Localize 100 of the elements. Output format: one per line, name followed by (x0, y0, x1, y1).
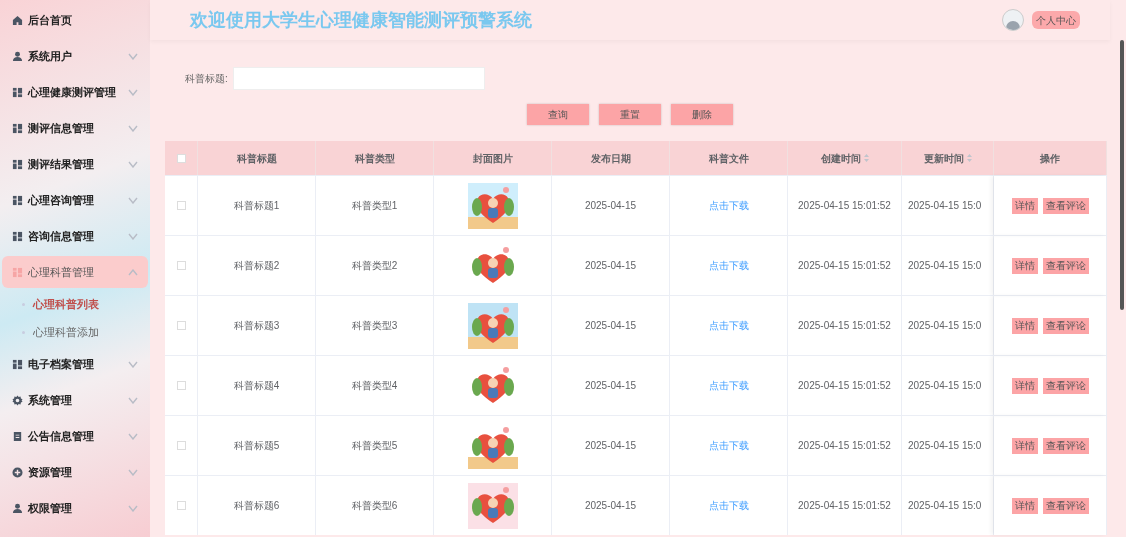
sidebar-item[interactable]: 心理咨询管理 (2, 184, 148, 216)
checkbox[interactable] (176, 321, 186, 330)
sidebar-item[interactable]: 心理科普管理 (2, 256, 148, 288)
sidebar-item[interactable]: 权限管理 (2, 492, 148, 524)
checkbox[interactable] (176, 153, 186, 163)
row-action-button[interactable]: 详情 (1011, 497, 1038, 514)
table-cell-text: 科普类型2 (351, 259, 398, 273)
row-action-button[interactable]: 查看评论 (1042, 257, 1089, 274)
row-action-button[interactable]: 查看评论 (1042, 197, 1089, 214)
sidebar-item[interactable]: 系统用户 (2, 40, 148, 72)
table-cell-text: 2025-04-15 15:01:52 (798, 199, 891, 213)
document-icon (12, 430, 23, 442)
table-cell-text: 科普标题3 (233, 319, 280, 333)
sidebar-item[interactable]: 咨询信息管理 (2, 220, 148, 252)
table-cell-text: 2025-04-15 15:0 (908, 319, 982, 333)
scrollbar[interactable] (1120, 40, 1124, 310)
chevron-up-icon (128, 268, 138, 276)
submenu-item[interactable]: 心理科普添加 (0, 318, 150, 346)
submenu-item[interactable]: 心理科普列表 (0, 290, 150, 318)
row-action-button[interactable]: 详情 (1011, 317, 1038, 334)
checkbox[interactable] (176, 201, 186, 210)
column-header[interactable]: 创建时间 (820, 150, 869, 166)
chevron-down-icon (128, 124, 138, 132)
sort-icon[interactable] (863, 154, 869, 162)
action-button[interactable]: 重置 (599, 104, 661, 125)
checkbox[interactable] (176, 381, 186, 390)
chevron-down-icon (128, 160, 138, 168)
row-action-button[interactable]: 详情 (1011, 257, 1038, 274)
table-cell-text: 2025-04-15 15:01:52 (798, 499, 891, 513)
profile-button[interactable]: 个人中心 (1032, 11, 1080, 29)
user-icon (12, 50, 23, 62)
sidebar-item[interactable]: 电子档案管理 (2, 348, 148, 380)
avatar-icon[interactable] (1002, 9, 1024, 31)
download-link[interactable]: 点击下载 (708, 378, 749, 393)
sidebar-item[interactable]: 心理健康测评管理 (2, 76, 148, 108)
table-cell-text: 科普类型3 (351, 319, 398, 333)
table-cell-text: 2025-04-15 (584, 439, 637, 453)
sidebar-item[interactable]: 测评信息管理 (2, 112, 148, 144)
chevron-down-icon (128, 196, 138, 204)
table-cell-text: 科普标题4 (233, 379, 280, 393)
grid-icon (12, 122, 23, 134)
chevron-down-icon (128, 396, 138, 404)
row-action-button[interactable]: 查看评论 (1042, 377, 1089, 394)
row-action-button[interactable]: 详情 (1011, 377, 1038, 394)
sort-icon[interactable] (966, 154, 972, 162)
download-link[interactable]: 点击下载 (708, 498, 749, 513)
table-cell-text: 科普类型4 (351, 379, 398, 393)
grid-icon (12, 230, 23, 242)
row-action-button[interactable]: 查看评论 (1042, 317, 1089, 334)
grid-icon (12, 194, 23, 206)
table-cell-text: 2025-04-15 15:0 (908, 439, 982, 453)
row-action-button[interactable]: 详情 (1011, 197, 1038, 214)
download-link[interactable]: 点击下载 (708, 198, 749, 213)
chevron-down-icon (128, 432, 138, 440)
sidebar-item[interactable]: 测评结果管理 (2, 148, 148, 180)
column-header: 发布日期 (590, 151, 631, 166)
table-cell-text: 2025-04-15 15:0 (908, 379, 982, 393)
sidebar-item[interactable]: 资源管理 (2, 456, 148, 488)
chevron-down-icon (128, 52, 138, 60)
download-link[interactable]: 点击下载 (708, 318, 749, 333)
grid-icon (12, 86, 23, 98)
table-cell-text: 2025-04-15 (584, 199, 637, 213)
sidebar-item[interactable]: 后台首页 (2, 4, 148, 36)
column-header: 封面图片 (472, 151, 513, 166)
download-link[interactable]: 点击下载 (708, 258, 749, 273)
checkbox[interactable] (176, 501, 186, 510)
table-cell-text: 2025-04-15 15:01:52 (798, 379, 891, 393)
field-label: 科普标题: (185, 72, 228, 86)
chevron-down-icon (128, 360, 138, 368)
table-cell-text: 科普标题5 (233, 439, 280, 453)
table-cell-text: 2025-04-15 15:0 (908, 199, 982, 213)
table-cell-text: 科普标题1 (233, 199, 280, 213)
table-cell-text: 2025-04-15 (584, 259, 637, 273)
checkbox[interactable] (176, 261, 186, 270)
checkbox[interactable] (176, 441, 186, 450)
column-header: 科普标题 (236, 151, 277, 166)
table-cell-text: 2025-04-15 (584, 499, 637, 513)
column-header: 科普类型 (354, 151, 395, 166)
sidebar-item[interactable]: 公告信息管理 (2, 420, 148, 452)
chevron-down-icon (128, 232, 138, 240)
row-action-button[interactable]: 详情 (1011, 437, 1038, 454)
table-cell-text: 2025-04-15 15:01:52 (798, 319, 891, 333)
table-cell-text: 科普类型5 (351, 439, 398, 453)
chevron-down-icon (128, 504, 138, 512)
grid-icon (12, 358, 23, 370)
table-cell-text: 2025-04-15 15:01:52 (798, 439, 891, 453)
chevron-down-icon (128, 88, 138, 96)
column-header[interactable]: 更新时间 (923, 150, 972, 166)
page-title: 欢迎使用大学生心理健康智能测评预警系统 (190, 8, 532, 32)
table-cell-text: 科普标题2 (233, 259, 280, 273)
row-action-button[interactable]: 查看评论 (1042, 497, 1089, 514)
grid-icon (12, 266, 23, 278)
row-action-button[interactable]: 查看评论 (1042, 437, 1089, 454)
action-button[interactable]: 删除 (671, 104, 733, 125)
action-button[interactable]: 查询 (527, 104, 589, 125)
home-icon (12, 14, 23, 26)
table-cell-text: 科普标题6 (233, 499, 280, 513)
download-link[interactable]: 点击下载 (708, 438, 749, 453)
column-header: 操作 (1040, 151, 1060, 166)
sidebar-item[interactable]: 系统管理 (2, 384, 148, 416)
